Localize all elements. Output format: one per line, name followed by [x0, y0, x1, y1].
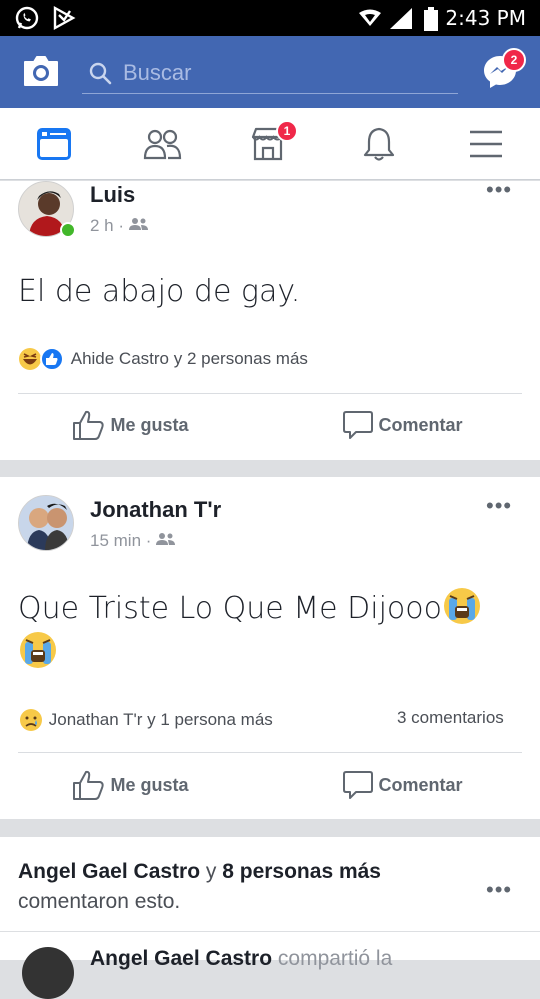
tab-bar: 1: [0, 108, 540, 180]
tab-menu[interactable]: [468, 126, 504, 162]
post-card: Jonathan T'r 15 min · ••• Que Triste Lo …: [0, 477, 540, 819]
tab-marketplace[interactable]: 1: [250, 120, 298, 166]
app-header: Buscar 2: [0, 36, 540, 108]
shared-author[interactable]: Angel Gael Castro: [90, 947, 272, 970]
post-author[interactable]: Luis: [90, 182, 135, 208]
post-author[interactable]: Jonathan T'r: [90, 497, 221, 523]
search-placeholder: Buscar: [123, 60, 192, 85]
haha-like-reaction-icon: [19, 347, 64, 371]
activity-name[interactable]: Angel Gael Castro: [18, 860, 200, 883]
comment-button[interactable]: Comentar: [342, 769, 462, 803]
like-label: Me gusta: [110, 414, 189, 435]
post-time[interactable]: 15 min: [90, 531, 141, 550]
app-notification-icon: [53, 5, 76, 31]
search-field[interactable]: Buscar: [82, 52, 458, 94]
tab-notifications[interactable]: [361, 126, 397, 162]
post-options-button[interactable]: •••: [486, 179, 512, 201]
comment-icon: [343, 411, 373, 439]
clock: 2:43 PM: [445, 6, 526, 30]
shared-rest: compartió la: [272, 947, 393, 970]
battery-icon: [424, 7, 438, 31]
like-button[interactable]: Me gusta: [72, 409, 188, 443]
comment-label: Comentar: [378, 774, 463, 795]
tab-news-feed[interactable]: [36, 126, 72, 162]
activity-card: Angel Gael Castro y 8 personas más comen…: [0, 837, 540, 999]
activity-conj: y: [200, 860, 223, 883]
friends-audience-icon: [128, 218, 148, 230]
like-button[interactable]: Me gusta: [72, 769, 188, 803]
wifi-icon: [359, 9, 381, 26]
divider: [18, 393, 522, 394]
friends-audience-icon: [156, 533, 176, 545]
post-meta: 15 min ·: [90, 531, 176, 551]
avatar[interactable]: [18, 495, 74, 551]
avatar[interactable]: [22, 947, 74, 999]
activity-rest: comentaron esto.: [18, 890, 181, 913]
post-text: Que Triste Lo Que Me Dijooo: [18, 586, 528, 674]
reactions-text: Ahide Castro y 2 personas más: [70, 349, 308, 368]
post-card: Luis 2 h · ••• El de abajo de gay. Ahide…: [0, 179, 540, 460]
divider: [18, 752, 522, 753]
activity-options-button[interactable]: •••: [486, 879, 512, 901]
meta-dot: ·: [145, 531, 157, 550]
messenger-badge: 2: [502, 48, 526, 72]
shared-header: Angel Gael Castro compartió la: [90, 947, 392, 971]
search-icon: [89, 62, 112, 85]
meta-dot: ·: [118, 216, 129, 235]
marketplace-badge: 1: [276, 120, 298, 142]
divider: [0, 931, 540, 932]
reactions-summary[interactable]: Jonathan T'r y 1 persona más: [18, 707, 273, 733]
thumbs-up-icon: [73, 410, 104, 440]
comment-count[interactable]: 3 comentarios: [397, 708, 504, 728]
crying-emoji-icon: [444, 588, 480, 624]
camera-icon[interactable]: [22, 54, 60, 88]
tab-friends[interactable]: [143, 126, 183, 162]
reactions-summary[interactable]: Ahide Castro y 2 personas más: [18, 346, 308, 372]
comment-icon: [343, 771, 373, 799]
activity-header: Angel Gael Castro y 8 personas más comen…: [18, 857, 468, 917]
comment-button[interactable]: Comentar: [342, 409, 462, 443]
post-options-button[interactable]: •••: [486, 495, 512, 517]
reactions-text: Jonathan T'r y 1 persona más: [48, 710, 273, 729]
signal-icon: [390, 8, 412, 29]
thumbs-up-icon: [73, 770, 104, 800]
crying-emoji-icon: [20, 632, 56, 668]
post-meta: 2 h ·: [90, 216, 149, 236]
like-label: Me gusta: [110, 774, 189, 795]
whatsapp-icon: [15, 6, 39, 30]
post-time[interactable]: 2 h: [90, 216, 114, 235]
messenger-button[interactable]: 2: [482, 48, 526, 95]
avatar-photo: [19, 496, 73, 550]
comment-label: Comentar: [378, 414, 463, 435]
post-text-content: Que Triste Lo Que Me Dijooo: [18, 591, 442, 626]
online-indicator: [60, 222, 76, 238]
post-text: El de abajo de gay.: [18, 274, 301, 309]
activity-others[interactable]: 8 personas más: [222, 860, 381, 883]
status-bar: 2:43 PM: [0, 0, 540, 36]
sad-reaction-icon: [20, 709, 42, 731]
